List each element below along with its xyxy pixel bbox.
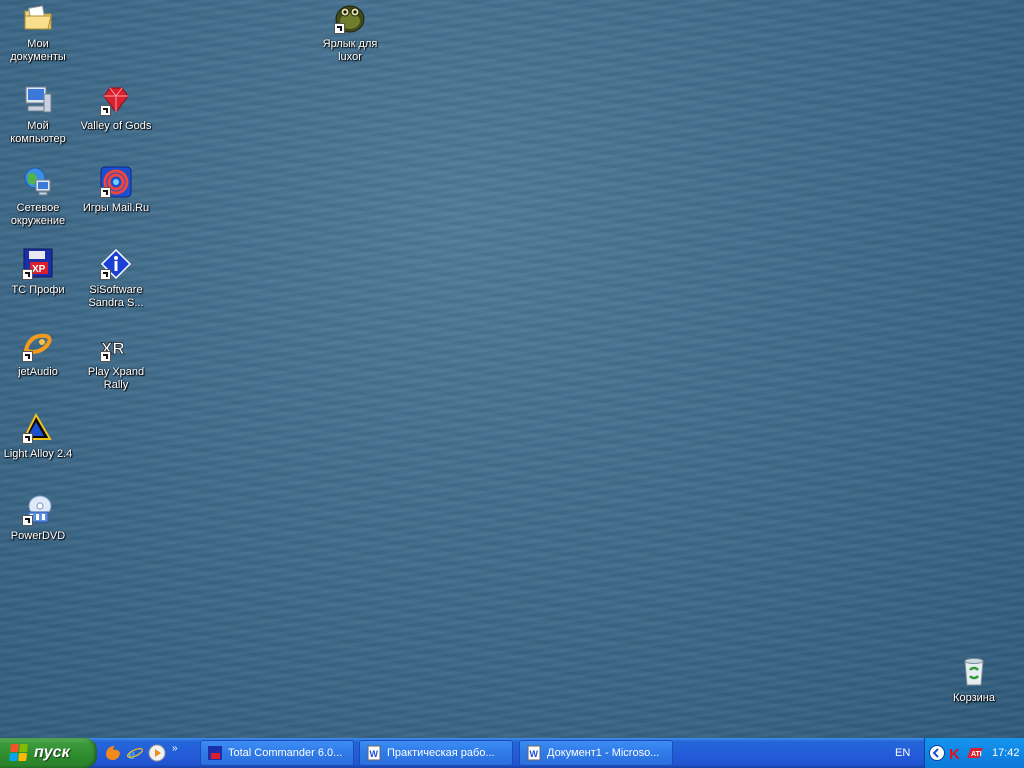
quick-launch: e » — [104, 738, 178, 768]
computer-icon — [22, 84, 54, 116]
desktop-icon-label: Play Xpand Rally — [87, 366, 145, 391]
clock[interactable]: 17:42 — [992, 747, 1020, 759]
svg-text:W: W — [530, 749, 539, 759]
svg-text:XP: XP — [32, 264, 46, 275]
desktop-icon-recycle-bin[interactable]: Корзина — [936, 656, 1012, 705]
desktop-icon-network[interactable]: Сетевое окружение — [0, 166, 76, 228]
desktop-icon-my-documents[interactable]: Мои документы — [0, 2, 76, 64]
jetaudio-icon — [22, 330, 54, 362]
svg-text:K: K — [949, 746, 960, 761]
task-label: Total Commander 6.0... — [228, 747, 343, 759]
light-alloy-icon — [22, 412, 54, 444]
taskbar: пуск e » Total Commander 6.0... W Практи… — [0, 738, 1024, 768]
desktop-icon-mailru-games[interactable]: Игры Mail.Ru — [78, 166, 154, 215]
total-commander-icon: XP — [22, 248, 54, 280]
desktop-icon-light-alloy[interactable]: Light Alloy 2.4 — [0, 412, 76, 461]
svg-text:W: W — [370, 749, 379, 759]
desktop[interactable]: Мои документы Мой компьютер Сетевое окру… — [0, 0, 1024, 738]
desktop-icon-label: Мой компьютер — [10, 120, 66, 145]
desktop-icon-label: PowerDVD — [10, 530, 66, 542]
shortcut-arrow-icon — [22, 515, 33, 526]
desktop-icon-label: Сетевое окружение — [10, 202, 66, 227]
word-document-icon: W — [526, 745, 542, 761]
quicklaunch-more-button[interactable]: » — [172, 743, 178, 754]
sisoftware-icon — [100, 248, 132, 280]
total-commander-icon — [207, 745, 223, 761]
desktop-icon-label: Ярлык для luxor — [322, 38, 378, 63]
ati-icon[interactable]: ATI — [966, 745, 984, 761]
desktop-icon-label: Игры Mail.Ru — [82, 202, 150, 214]
show-hidden-icons-icon[interactable] — [929, 745, 945, 761]
shortcut-arrow-icon — [100, 269, 111, 280]
task-button-document1[interactable]: W Документ1 - Microso... — [519, 740, 673, 766]
desktop-icon-label: Valley of Gods — [80, 120, 152, 132]
shortcut-arrow-icon — [22, 433, 33, 444]
folder-documents-icon — [22, 2, 54, 34]
start-label: пуск — [34, 744, 70, 761]
desktop-icon-label: Корзина — [953, 692, 995, 704]
task-button-total-commander[interactable]: Total Commander 6.0... — [200, 740, 354, 766]
windows-flag-icon — [9, 744, 29, 762]
powerdvd-icon — [22, 494, 54, 526]
network-icon — [22, 166, 54, 198]
shortcut-arrow-icon — [100, 351, 111, 362]
desktop-icon-jetaudio[interactable]: jetAudio — [0, 330, 76, 379]
svg-text:ATI: ATI — [971, 751, 982, 758]
language-label: EN — [895, 747, 911, 759]
shortcut-arrow-icon — [22, 269, 33, 280]
language-indicator[interactable]: EN — [895, 738, 910, 768]
recycle-bin-icon — [958, 656, 990, 688]
desktop-icon-valley-of-gods[interactable]: Valley of Gods — [78, 84, 154, 133]
desktop-icon-powerdvd[interactable]: PowerDVD — [0, 494, 76, 543]
word-document-icon: W — [366, 745, 382, 761]
desktop-icon-luxor[interactable]: Ярлык для luxor — [312, 2, 388, 64]
firefox-icon[interactable] — [104, 744, 122, 762]
shortcut-arrow-icon — [100, 187, 111, 198]
task-label: Документ1 - Microso... — [547, 747, 660, 759]
media-player-icon[interactable] — [148, 744, 166, 762]
desktop-icon-label: Light Alloy 2.4 — [3, 448, 73, 460]
desktop-icon-label: jetAudio — [18, 366, 58, 378]
desktop-icon-xpand-rally[interactable]: XR Play Xpand Rally — [78, 330, 154, 392]
task-button-practical-work[interactable]: W Практическая рабо... — [359, 740, 513, 766]
desktop-icon-label: Мои документы — [10, 38, 66, 63]
task-label: Практическая рабо... — [387, 747, 495, 759]
shortcut-arrow-icon — [100, 105, 111, 116]
system-tray: K ATI 17:42 — [924, 738, 1024, 768]
desktop-icon-label: SiSoftware Sandra S... — [88, 284, 144, 309]
mailru-games-icon — [100, 166, 132, 198]
kaspersky-icon[interactable]: K — [948, 745, 964, 763]
luxor-frog-icon — [334, 2, 366, 34]
shortcut-arrow-icon — [334, 23, 345, 34]
desktop-icon-sisoftware[interactable]: SiSoftware Sandra S... — [78, 248, 154, 310]
shortcut-arrow-icon — [22, 351, 33, 362]
ruby-gem-icon — [100, 84, 132, 116]
start-button[interactable]: пуск — [0, 738, 97, 768]
internet-explorer-icon[interactable]: e — [126, 744, 144, 763]
desktop-icon-my-computer[interactable]: Мой компьютер — [0, 84, 76, 146]
xpand-rally-icon: XR — [100, 330, 132, 362]
desktop-icon-label: TC Профи — [11, 284, 65, 296]
desktop-icon-tc-profi[interactable]: XP TC Профи — [0, 248, 76, 297]
